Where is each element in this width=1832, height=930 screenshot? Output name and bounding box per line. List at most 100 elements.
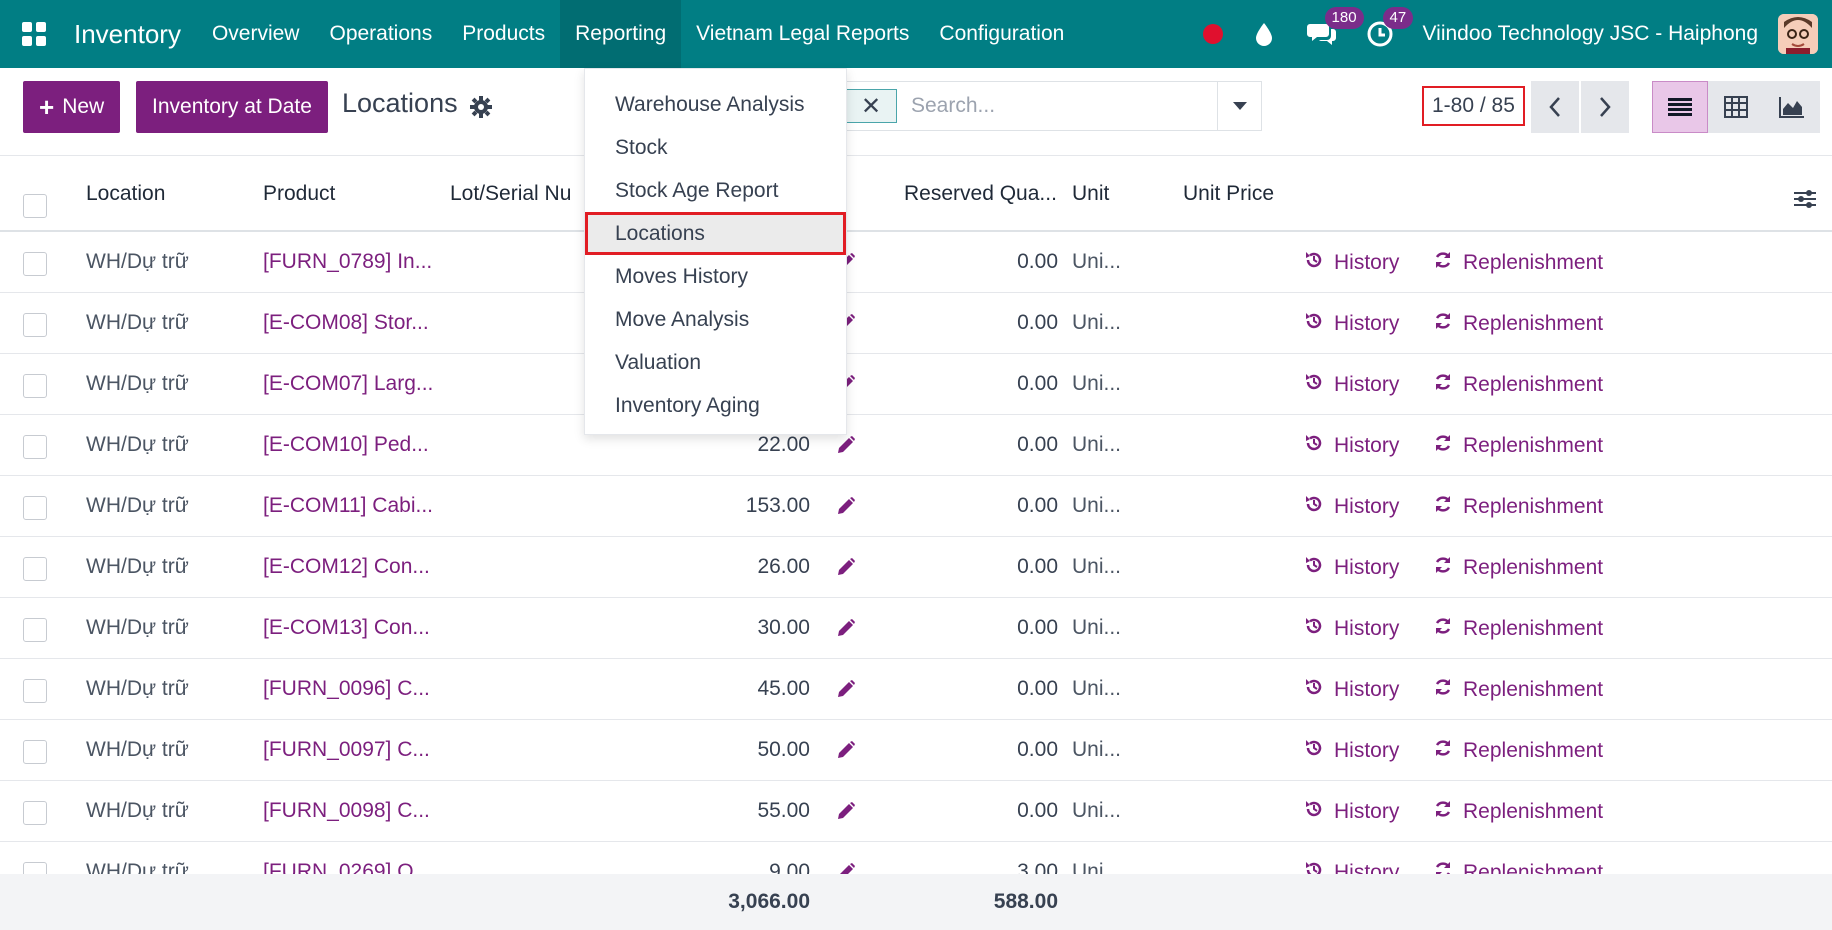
record-icon[interactable] [1202, 24, 1223, 44]
history-button[interactable]: History [1304, 311, 1399, 337]
row-checkbox[interactable] [23, 801, 47, 825]
cell-product[interactable]: [FURN_0096] C... [263, 677, 430, 701]
row-checkbox[interactable] [23, 618, 47, 642]
dropdown-item-warehouse-analysis[interactable]: Warehouse Analysis [585, 83, 846, 126]
cell-product[interactable]: [FURN_0789] In... [263, 250, 432, 274]
table-row[interactable]: WH/Dự trữ [FURN_0789] In... 0.00 Uni... Hist… [0, 232, 1832, 293]
menu-operations[interactable]: Operations [314, 0, 447, 68]
water-drop-icon[interactable] [1249, 19, 1279, 49]
row-checkbox[interactable] [23, 679, 47, 703]
replenishment-button[interactable]: Replenishment [1433, 677, 1603, 703]
replenishment-button[interactable]: Replenishment [1433, 494, 1603, 520]
pencil-icon[interactable] [836, 496, 856, 522]
pivot-view-button[interactable] [1708, 81, 1764, 133]
cell-product[interactable]: [E-COM11] Cabi... [263, 494, 433, 518]
menu-configuration[interactable]: Configuration [924, 0, 1079, 68]
column-header-location[interactable]: Location [86, 182, 165, 206]
table-row[interactable]: WH/Dự trữ [E-COM12] Con... 26.00 0.00 Uni...… [0, 537, 1832, 598]
row-checkbox[interactable] [23, 252, 47, 276]
pencil-icon[interactable] [836, 740, 856, 766]
table-row[interactable]: WH/Dự trữ [E-COM07] Larg... 0.00 Uni... Hist… [0, 354, 1832, 415]
row-checkbox[interactable] [23, 374, 47, 398]
cell-product[interactable]: [E-COM10] Ped... [263, 433, 429, 457]
replenishment-button[interactable]: Replenishment [1433, 860, 1603, 874]
pager-previous-button[interactable] [1531, 81, 1579, 133]
row-checkbox[interactable] [23, 313, 47, 337]
menu-products[interactable]: Products [447, 0, 560, 68]
history-button[interactable]: History [1304, 616, 1399, 642]
replenishment-button[interactable]: Replenishment [1433, 372, 1603, 398]
dropdown-item-stock[interactable]: Stock [585, 126, 846, 169]
cell-product[interactable]: [E-COM13] Con... [263, 616, 430, 640]
history-button[interactable]: History [1304, 738, 1399, 764]
pencil-icon[interactable] [836, 862, 856, 874]
graph-view-button[interactable] [1764, 81, 1820, 133]
row-checkbox[interactable] [23, 740, 47, 764]
cell-product[interactable]: [FURN_0098] C... [263, 799, 430, 823]
select-all-checkbox[interactable] [23, 194, 47, 218]
row-checkbox[interactable] [23, 496, 47, 520]
gear-icon[interactable] [470, 96, 492, 123]
table-row[interactable]: WH/Dự trữ [E-COM08] Stor... 0.00 Uni... Hist… [0, 293, 1832, 354]
table-row[interactable]: WH/Dự trữ [FURN_0098] C... 55.00 0.00 Uni...… [0, 781, 1832, 842]
history-button[interactable]: History [1304, 494, 1399, 520]
table-row[interactable]: WH/Dự trữ [FURN_0096] C... 45.00 0.00 Uni...… [0, 659, 1832, 720]
activities-clock-icon[interactable]: 47 [1365, 7, 1414, 49]
history-button[interactable]: History [1304, 860, 1399, 874]
column-header-unit-price[interactable]: Unit Price [1183, 182, 1274, 206]
dropdown-item-locations[interactable]: Locations [585, 212, 846, 255]
cell-product[interactable]: [E-COM07] Larg... [263, 372, 433, 396]
column-header-product[interactable]: Product [263, 182, 335, 206]
optional-columns-sliders-icon[interactable] [1794, 188, 1816, 216]
column-header-reserved-quantity[interactable]: Reserved Qua... [904, 182, 1057, 206]
history-button[interactable]: History [1304, 677, 1399, 703]
cell-product[interactable]: [E-COM12] Con... [263, 555, 430, 579]
history-button[interactable]: History [1304, 372, 1399, 398]
table-row[interactable]: WH/Dự trữ [FURN_0097] C... 50.00 0.00 Uni...… [0, 720, 1832, 781]
cell-product[interactable]: [FURN_0269] O... [263, 860, 431, 874]
dropdown-item-move-analysis[interactable]: Move Analysis [585, 298, 846, 341]
user-avatar[interactable] [1778, 14, 1818, 54]
pager-next-button[interactable] [1581, 81, 1629, 133]
dropdown-item-moves-history[interactable]: Moves History [585, 255, 846, 298]
menu-reporting[interactable]: Reporting [560, 0, 682, 68]
cell-product[interactable]: [FURN_0097] C... [263, 738, 430, 762]
menu-vietnam-legal-reports[interactable]: Vietnam Legal Reports [681, 0, 924, 68]
replenishment-button[interactable]: Replenishment [1433, 250, 1603, 276]
search-input[interactable] [897, 82, 1217, 130]
dropdown-item-valuation[interactable]: Valuation [585, 341, 846, 384]
pencil-icon[interactable] [836, 801, 856, 827]
replenishment-button[interactable]: Replenishment [1433, 433, 1603, 459]
list-view-button[interactable] [1652, 81, 1708, 133]
pencil-icon[interactable] [836, 435, 856, 461]
table-row[interactable]: WH/Dự trữ [E-COM11] Cabi... 153.00 0.00 Uni.… [0, 476, 1832, 537]
replenishment-button[interactable]: Replenishment [1433, 555, 1603, 581]
column-header-unit[interactable]: Unit [1072, 182, 1109, 206]
dropdown-item-inventory-aging[interactable]: Inventory Aging [585, 384, 846, 427]
messages-icon[interactable]: 180 [1306, 7, 1364, 49]
history-button[interactable]: History [1304, 799, 1399, 825]
apps-menu-icon[interactable] [0, 0, 68, 68]
dropdown-item-stock-age-report[interactable]: Stock Age Report [585, 169, 846, 212]
row-checkbox[interactable] [23, 557, 47, 581]
search-options-toggle[interactable] [1217, 82, 1261, 130]
inventory-at-date-button[interactable]: Inventory at Date [136, 81, 328, 133]
pencil-icon[interactable] [836, 618, 856, 644]
pager-value[interactable]: 1-80 / 85 [1422, 86, 1525, 126]
history-button[interactable]: History [1304, 555, 1399, 581]
replenishment-button[interactable]: Replenishment [1433, 799, 1603, 825]
company-switcher[interactable]: Viindoo Technology JSC - Haiphong [1423, 22, 1758, 46]
remove-facet-close-icon[interactable]: ✕ [845, 89, 897, 123]
cell-product[interactable]: [E-COM08] Stor... [263, 311, 429, 335]
menu-overview[interactable]: Overview [197, 0, 315, 68]
row-checkbox[interactable] [23, 435, 47, 459]
replenishment-button[interactable]: Replenishment [1433, 738, 1603, 764]
table-row[interactable]: WH/Dự trữ [E-COM13] Con... 30.00 0.00 Uni...… [0, 598, 1832, 659]
column-header-lot-serial[interactable]: Lot/Serial Nu [450, 182, 571, 206]
replenishment-button[interactable]: Replenishment [1433, 616, 1603, 642]
new-button[interactable]: + New [23, 81, 121, 133]
pencil-icon[interactable] [836, 679, 856, 705]
pencil-icon[interactable] [836, 557, 856, 583]
history-button[interactable]: History [1304, 250, 1399, 276]
app-name[interactable]: Inventory [68, 0, 197, 68]
